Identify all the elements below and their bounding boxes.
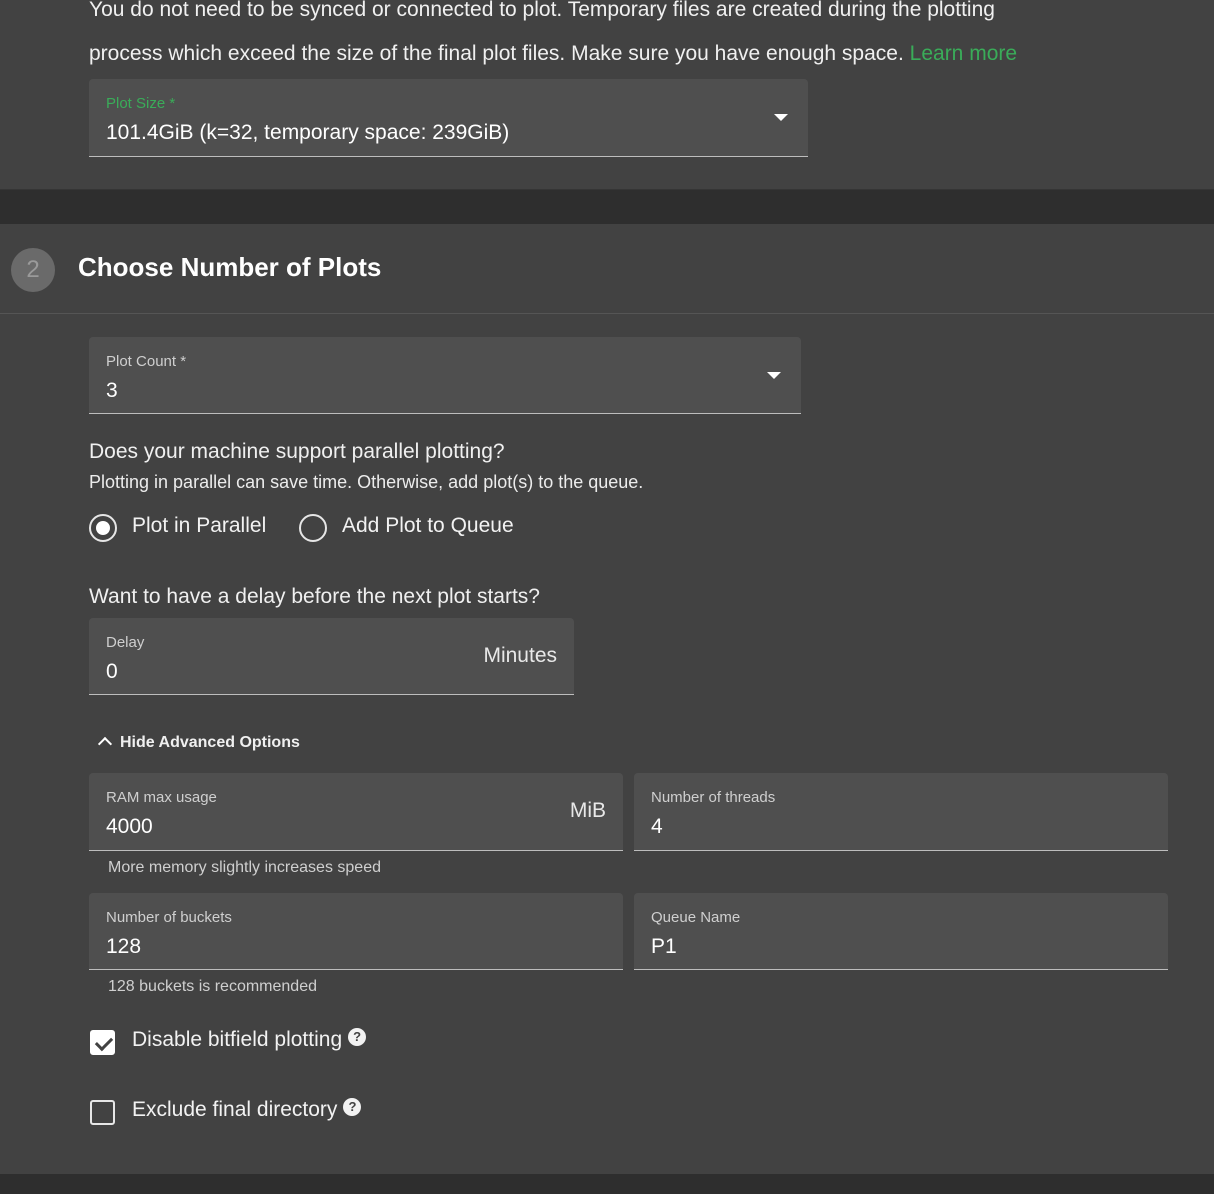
plot-size-select[interactable]: Plot Size * 101.4GiB (k=32, temporary sp…: [89, 79, 808, 157]
exclude-final-option: Exclude final directory?: [132, 1098, 362, 1122]
delay-value: 0: [106, 660, 118, 683]
disable-bitfield-option: Disable bitfield plotting?: [132, 1028, 367, 1052]
buckets-label: Number of buckets: [106, 909, 232, 926]
radio-label-parallel[interactable]: Plot in Parallel: [132, 514, 266, 538]
exclude-final-label[interactable]: Exclude final directory: [132, 1098, 337, 1121]
radio-plot-in-parallel[interactable]: [89, 514, 117, 542]
section-divider: [0, 313, 1214, 314]
buckets-value: 128: [106, 935, 142, 958]
plot-count-value: 3: [106, 379, 118, 402]
radio-add-to-queue[interactable]: [299, 514, 327, 542]
queue-value: P1: [651, 935, 677, 958]
disable-bitfield-checkbox[interactable]: [90, 1030, 115, 1055]
hide-advanced-options-button[interactable]: Hide Advanced Options: [96, 734, 300, 752]
number-of-plots-panel: 2 Choose Number of Plots Plot Count * 3 …: [0, 224, 1214, 1174]
chevron-up-icon: [97, 736, 113, 752]
plot-count-label: Plot Count *: [106, 353, 187, 370]
threads-label: Number of threads: [651, 789, 776, 806]
help-icon[interactable]: ?: [348, 1028, 367, 1046]
queue-label: Queue Name: [651, 909, 741, 926]
chevron-down-icon: [767, 372, 781, 379]
delay-input[interactable]: Delay 0 Minutes: [89, 618, 574, 695]
delay-unit: Minutes: [483, 644, 557, 667]
step-number: 2: [11, 248, 55, 292]
parallel-question: Does your machine support parallel plott…: [89, 440, 505, 463]
delay-label: Delay: [106, 634, 145, 651]
info-line-2: process which exceed the size of the fin…: [89, 42, 904, 65]
plot-size-label: Plot Size *: [106, 95, 176, 112]
info-line-1: You do not need to be synced or connecte…: [89, 0, 995, 21]
step-title: Choose Number of Plots: [78, 252, 382, 282]
ram-value: 4000: [106, 815, 153, 838]
chevron-down-icon: [774, 114, 788, 121]
help-icon[interactable]: ?: [343, 1098, 362, 1116]
radio-label-queue[interactable]: Add Plot to Queue: [342, 514, 514, 538]
plot-count-select[interactable]: Plot Count * 3: [89, 337, 801, 414]
plot-size-panel: You do not need to be synced or connecte…: [0, 0, 1214, 190]
threads-input[interactable]: Number of threads 4: [634, 773, 1168, 851]
threads-value: 4: [651, 815, 663, 838]
ram-label: RAM max usage: [106, 789, 217, 806]
ram-max-usage-input[interactable]: RAM max usage 4000 MiB: [89, 773, 623, 851]
plot-size-value: 101.4GiB (k=32, temporary space: 239GiB): [106, 121, 510, 144]
queue-name-input[interactable]: Queue Name P1: [634, 893, 1168, 970]
ram-helper-text: More memory slightly increases speed: [108, 859, 381, 876]
parallel-description: Plotting in parallel can save time. Othe…: [89, 472, 644, 492]
plot-size-info: You do not need to be synced or connecte…: [89, 0, 1189, 76]
delay-question: Want to have a delay before the next plo…: [89, 585, 540, 608]
buckets-helper-text: 128 buckets is recommended: [108, 978, 317, 995]
learn-more-link[interactable]: Learn more: [910, 42, 1017, 65]
exclude-final-directory-checkbox[interactable]: [90, 1100, 115, 1125]
hide-advanced-label: Hide Advanced Options: [120, 734, 300, 751]
disable-bitfield-label[interactable]: Disable bitfield plotting: [132, 1028, 342, 1051]
ram-unit: MiB: [569, 799, 606, 822]
buckets-input[interactable]: Number of buckets 128: [89, 893, 623, 970]
